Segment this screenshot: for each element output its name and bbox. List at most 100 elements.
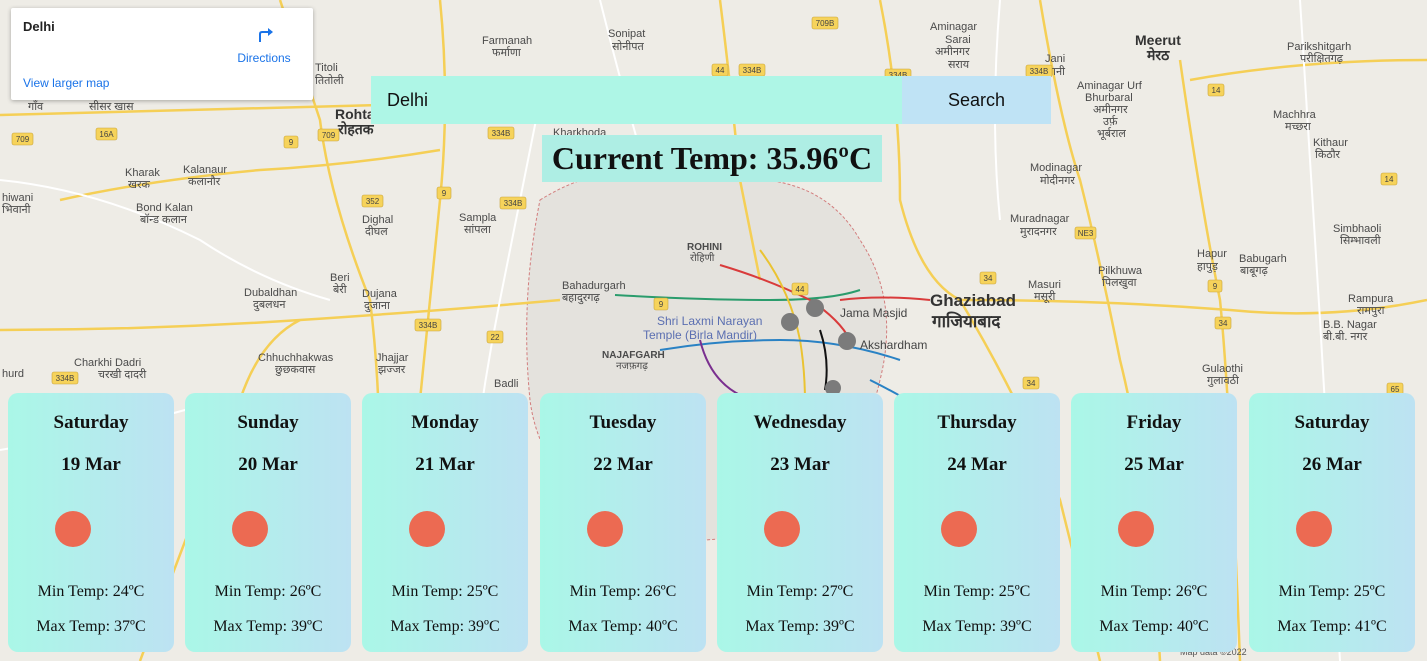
forecast-max-temp: Max Temp: 37ºC xyxy=(36,618,146,635)
road-shield: 334B xyxy=(414,318,442,332)
forecast-min-temp: Min Temp: 24ºC xyxy=(37,583,145,600)
view-larger-map-link[interactable]: View larger map xyxy=(23,76,109,90)
forecast-day: Tuesday xyxy=(589,412,657,433)
map-label-hapur: Hapur xyxy=(1197,248,1227,260)
forecast-day: Saturday xyxy=(1294,412,1370,433)
map-label-bond-kalan: Bond Kalan xyxy=(136,202,193,214)
sun-icon xyxy=(55,511,91,547)
sun-icon xyxy=(587,511,623,547)
road-shield: 14 xyxy=(1207,83,1225,97)
forecast-day: Sunday xyxy=(237,412,299,433)
directions-label: Directions xyxy=(237,51,291,65)
map-label-charkhi-dadri: Charkhi Dadri xyxy=(74,357,141,369)
search-button[interactable]: Search xyxy=(902,76,1051,124)
map-label-jhajjar-hi: झज्जर xyxy=(378,364,406,376)
current-temperature: Current Temp: 35.96ºC xyxy=(542,135,882,182)
road-shield-label: 9 xyxy=(289,138,294,147)
forecast-date: 19 Mar xyxy=(61,454,121,475)
road-shield: 34 xyxy=(979,271,997,285)
map-label-kalanaur: Kalanaur xyxy=(183,164,227,176)
map-label-aminagar-sarai: Aminagar xyxy=(930,21,977,33)
map-label-rampura: Rampura xyxy=(1348,293,1394,305)
forecast-max-temp: Max Temp: 40ºC xyxy=(1099,618,1209,635)
forecast-card: Monday 21 Mar Min Temp: 25ºC Max Temp: 3… xyxy=(362,393,528,652)
map-label-gaon: गाँव xyxy=(28,100,44,113)
directions-icon xyxy=(259,28,273,42)
map-label-bb-nagar-hi: बी.बी. नगर xyxy=(1323,330,1368,343)
road-shield-label: 44 xyxy=(796,285,805,294)
forecast-max-temp: Max Temp: 41ºC xyxy=(1277,618,1387,635)
map-label-bb-nagar: B.B. Nagar xyxy=(1323,319,1377,331)
road-shield-label: 709 xyxy=(16,135,30,144)
map-label-beri-hi: बेरी xyxy=(333,283,347,296)
forecast-day: Monday xyxy=(411,412,479,433)
map-label-aminagar-sarai-hi2: सराय xyxy=(948,59,970,71)
map-label-dighal: Dighal xyxy=(362,214,393,226)
akshardham-pin-icon xyxy=(838,332,856,350)
map-label-jani: Jani xyxy=(1045,53,1065,65)
road-shield: 22 xyxy=(486,330,504,344)
search-bar: Search xyxy=(371,76,1051,124)
forecast-day: Wednesday xyxy=(753,412,847,433)
map-label-machhra-hi: मच्छरा xyxy=(1285,121,1311,133)
map-label-gulaothi-hi: गुलावठी xyxy=(1207,374,1239,387)
road-shield-label: 334B xyxy=(504,199,523,208)
map-label-farmanah-hi: फर्माणा xyxy=(492,46,521,59)
map-label-bahadurgarh: Bahadurgarh xyxy=(562,280,626,292)
map-label-dighal-hi: दीघल xyxy=(365,225,388,238)
road-shield-label: 352 xyxy=(366,197,380,206)
road-shield: 9 xyxy=(653,297,669,311)
forecast-date: 26 Mar xyxy=(1302,454,1362,475)
road-shield-label: 34 xyxy=(1219,319,1228,328)
road-shield: 334B xyxy=(487,126,515,140)
forecast-day: Saturday xyxy=(53,412,129,433)
road-shield-label: 334B xyxy=(492,129,511,138)
road-shield-label: 9 xyxy=(1213,282,1218,291)
map-label-aminagar-sarai-2: Sarai xyxy=(945,34,971,46)
map-label-simbhaoli: Simbhaoli xyxy=(1333,223,1381,235)
forecast-card: Sunday 20 Mar Min Temp: 26ºC Max Temp: 3… xyxy=(185,393,351,652)
road-shield-label: 709B xyxy=(816,19,835,28)
temple-pin-icon xyxy=(781,313,799,331)
map-label-laxmi-1: Shri Laxmi Narayan xyxy=(657,314,762,328)
map-label-aminagar-urf-2: Bhurbaral xyxy=(1085,92,1133,104)
map-label-gulaothi: Gulaothi xyxy=(1202,363,1243,375)
road-shield: 9 xyxy=(1207,279,1223,293)
map-label-simbhaoli-hi: सिम्भावली xyxy=(1340,234,1381,247)
road-shield: NE3 xyxy=(1074,226,1097,240)
map-label-parikshitgarh-hi: परीक्षितगढ़ xyxy=(1300,52,1344,65)
road-shield-label: 34 xyxy=(984,274,993,283)
map-label-sonipat: Sonipat xyxy=(608,28,645,40)
directions-button[interactable]: Directions xyxy=(234,22,294,65)
road-shield: 709B xyxy=(811,16,839,30)
map-label-ghaziabad-hi: गाजियाबाद xyxy=(931,311,1001,331)
city-search-input[interactable] xyxy=(371,76,902,124)
map-label-kharak-hi: खरक xyxy=(128,179,150,191)
sun-icon xyxy=(232,511,268,547)
map-label-akshardham: Akshardham xyxy=(860,338,927,352)
map-label-masuri: Masuri xyxy=(1028,279,1061,291)
map-label-aminagar-urf-hi3: भूर्बराल xyxy=(1097,127,1126,141)
map-label-najafgarh-hi: नजफ़गढ़ xyxy=(616,361,648,372)
road-shield: 709 xyxy=(11,132,34,146)
forecast-card: Wednesday 23 Mar Min Temp: 27ºC Max Temp… xyxy=(717,393,883,652)
map-label-modinagar: Modinagar xyxy=(1030,162,1082,174)
map-label-sampla: Sampla xyxy=(459,212,497,224)
map-label-masuri-hi: मसूरी xyxy=(1034,290,1056,304)
mosque-pin-icon xyxy=(806,299,824,317)
map-label-parikshitgarh: Parikshitgarh xyxy=(1287,41,1351,53)
map-label-aminagar-urf-hi: अमीनगर xyxy=(1093,103,1128,116)
map-label-chhuchhakwas-hi: छुछकवास xyxy=(275,364,316,376)
map-label-sampla-hi: सांपला xyxy=(464,223,491,236)
map-label-rohtak-hi: रोहतक xyxy=(337,121,375,137)
road-shield: 709 xyxy=(317,128,340,142)
map-label-kithaur-hi: किठौर xyxy=(1315,148,1341,161)
map-label-badli: Badli xyxy=(494,378,518,390)
map-label-jama-masjid: Jama Masjid xyxy=(840,306,907,320)
forecast-min-temp: Min Temp: 25ºC xyxy=(391,583,499,600)
map-label-charkhi-dadri-hi: चरखी दादरी xyxy=(98,368,146,381)
map-label-machhra: Machhra xyxy=(1273,109,1317,121)
sun-icon xyxy=(409,511,445,547)
road-shield: 34 xyxy=(1022,376,1040,390)
map-label-dujana: Dujana xyxy=(362,288,398,300)
